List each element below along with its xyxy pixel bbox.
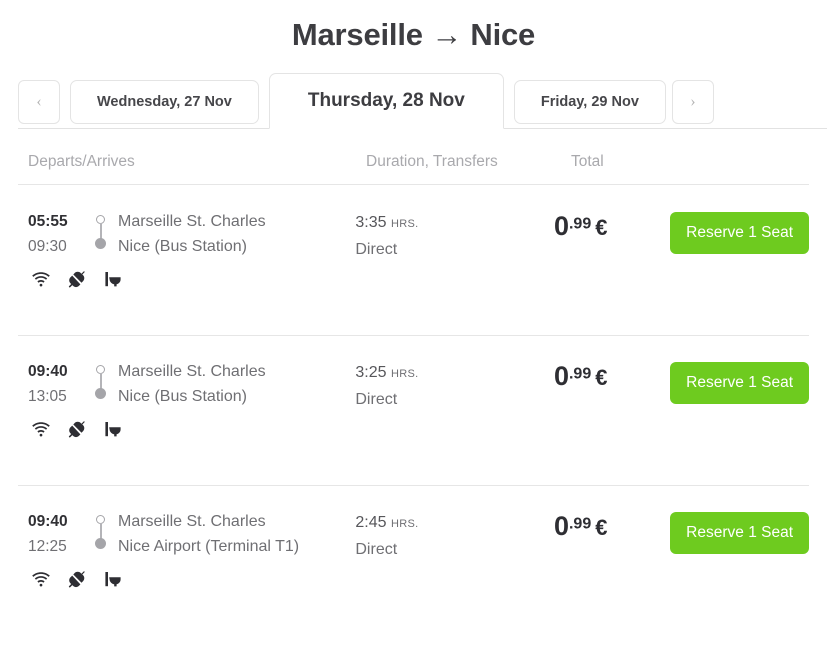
trip-times: 09:40 13:05: [28, 359, 88, 409]
page-title: Marseille → Nice: [291, 17, 536, 52]
reserve-seat-button[interactable]: Reserve 1 Seat: [670, 212, 810, 254]
action-cell: Reserve 1 Seat: [670, 209, 810, 254]
table-row[interactable]: 09:40 13:05 Marseille St. Charles Nice (…: [18, 335, 810, 485]
toilet-icon: [103, 269, 123, 289]
action-cell: Reserve 1 Seat: [670, 359, 810, 404]
departure-time: 05:55: [28, 213, 68, 230]
amenity-icons: [28, 419, 355, 439]
toilet-icon: [103, 419, 123, 439]
arrival-time: 13:05: [28, 388, 67, 405]
date-tab-friday[interactable]: Friday, 29 Nov: [513, 80, 666, 124]
arrival-time: 09:30: [28, 238, 67, 255]
departs-arrives-cell: 09:40 13:05 Marseille St. Charles Nice (…: [18, 359, 355, 439]
duration-unit: HRS.: [390, 518, 419, 530]
wifi-icon: [31, 269, 51, 289]
table-row[interactable]: 05:55 09:30 Marseille St. Charles Nice (…: [18, 185, 810, 335]
currency-symbol: €: [595, 215, 608, 240]
destination-station: Nice (Bus Station): [118, 238, 247, 255]
departs-arrives-cell: 05:55 09:30 Marseille St. Charles Nice (…: [18, 209, 355, 289]
price-cell: 0.99 €: [554, 509, 670, 542]
next-day-button[interactable]: ›: [671, 80, 714, 124]
power-plug-icon: [67, 569, 87, 589]
price-integer: 0: [553, 361, 569, 391]
amenity-icons: [28, 569, 355, 589]
destination-station: Nice Airport (Terminal T1): [118, 538, 300, 555]
arrival-time: 12:25: [28, 538, 67, 555]
price-fraction: .99: [568, 515, 592, 533]
column-header-duration: Duration, Transfers: [366, 153, 498, 170]
origin-station: Marseille St. Charles: [118, 363, 266, 380]
duration-cell: 3:25 HRS. Direct: [355, 359, 554, 412]
column-header-departs-arrives: Departs/Arrives: [28, 153, 135, 170]
transfers-info: Direct: [355, 241, 398, 258]
search-results-page: Marseille → Nice ‹ Wednesday, 27 Nov Thu…: [0, 0, 827, 650]
power-plug-icon: [67, 419, 87, 439]
departs-arrives-cell: 09:40 12:25 Marseille St. Charles Nice A…: [18, 509, 355, 589]
duration-unit: HRS.: [390, 368, 419, 380]
trip-duration: 3:25: [355, 364, 387, 381]
column-header-total: Total: [571, 153, 604, 170]
currency-symbol: €: [595, 365, 608, 390]
date-tab-strip: ‹ Wednesday, 27 Nov Thursday, 28 Nov Fri…: [0, 63, 827, 129]
currency-symbol: €: [595, 515, 608, 540]
action-cell: Reserve 1 Seat: [670, 509, 810, 554]
route-marker-icon: [88, 359, 114, 409]
price-fraction: .99: [568, 215, 592, 233]
price-cell: 0.99 €: [554, 209, 670, 242]
transfers-info: Direct: [355, 541, 398, 558]
amenity-icons: [28, 269, 355, 289]
price-integer: 0: [553, 511, 569, 541]
trip-times: 05:55 09:30: [28, 209, 88, 259]
results-column-headers: Departs/Arrives Duration, Transfers Tota…: [18, 139, 809, 185]
wifi-icon: [31, 569, 51, 589]
trip-results-list: 05:55 09:30 Marseille St. Charles Nice (…: [18, 185, 810, 635]
departure-time: 09:40: [28, 363, 68, 380]
duration-cell: 2:45 HRS. Direct: [355, 509, 554, 562]
trip-times: 09:40 12:25: [28, 509, 88, 559]
table-row[interactable]: 09:40 12:25 Marseille St. Charles Nice A…: [18, 485, 810, 635]
transfers-info: Direct: [355, 391, 398, 408]
destination-station: Nice (Bus Station): [118, 388, 247, 405]
price-cell: 0.99 €: [554, 359, 670, 392]
reserve-seat-button[interactable]: Reserve 1 Seat: [670, 512, 810, 554]
wifi-icon: [31, 419, 51, 439]
trip-stations: Marseille St. Charles Nice (Bus Station): [114, 209, 266, 259]
power-plug-icon: [67, 269, 87, 289]
trip-stations: Marseille St. Charles Nice (Bus Station): [114, 359, 266, 409]
trip-stations: Marseille St. Charles Nice Airport (Term…: [114, 509, 299, 559]
trip-duration: 3:35: [355, 214, 387, 231]
reserve-seat-button[interactable]: Reserve 1 Seat: [670, 362, 810, 404]
origin-station: Marseille St. Charles: [118, 513, 266, 530]
price-integer: 0: [553, 211, 569, 241]
route-marker-icon: [88, 209, 114, 259]
origin-station: Marseille St. Charles: [118, 213, 266, 230]
date-tab-wednesday[interactable]: Wednesday, 27 Nov: [70, 80, 259, 124]
duration-cell: 3:35 HRS. Direct: [355, 209, 554, 262]
trip-duration: 2:45: [355, 514, 387, 531]
date-tab-thursday[interactable]: Thursday, 28 Nov: [268, 73, 504, 129]
route-marker-icon: [88, 509, 114, 559]
duration-unit: HRS.: [390, 218, 419, 230]
previous-day-button[interactable]: ‹: [18, 80, 60, 124]
departure-time: 09:40: [28, 513, 68, 530]
toilet-icon: [103, 569, 123, 589]
price-fraction: .99: [568, 365, 592, 383]
